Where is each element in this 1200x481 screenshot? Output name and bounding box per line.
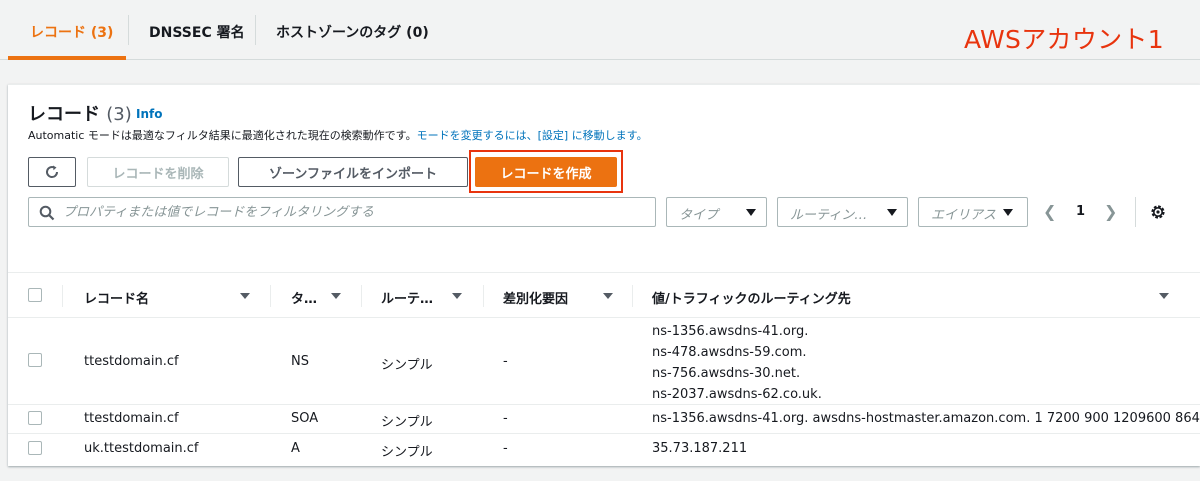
routing-filter-label: ルーティン… <box>790 208 868 223</box>
differentiator-cell: - <box>503 441 508 456</box>
column-divider <box>361 285 362 307</box>
alias-filter-select[interactable]: エイリアス <box>918 197 1028 227</box>
table-row[interactable]: ttestdomain.cf NS シンプル - ns-1356.awsdns-… <box>8 318 1200 405</box>
value-line: ns-2037.awsdns-62.co.uk. <box>652 387 822 402</box>
column-header-differentiator[interactable]: 差別化要因 <box>503 288 568 307</box>
record-type-cell: NS <box>291 354 309 369</box>
column-divider <box>270 285 271 307</box>
search-icon <box>39 205 55 221</box>
panel-title: レコード (3) <box>28 100 132 126</box>
value-cell: ns-1356.awsdns-41.org. awsdns-hostmaster… <box>652 411 1200 426</box>
import-zone-file-button[interactable]: ゾーンファイルをインポート <box>238 157 468 187</box>
sort-caret-icon[interactable] <box>452 293 462 299</box>
table-row[interactable]: ttestdomain.cf SOA シンプル - ns-1356.awsdns… <box>8 405 1200 434</box>
tab-records[interactable]: レコード (3) <box>30 22 113 42</box>
value-line: ns-478.awsdns-59.com. <box>652 345 807 360</box>
routing-cell: シンプル <box>381 358 433 373</box>
type-filter-label: タイプ <box>679 208 719 223</box>
column-header-value[interactable]: 値/トラフィックのルーティング先 <box>652 288 851 307</box>
records-panel: レコード (3) Info Automatic モードは最適なフィルタ結果に最適… <box>8 84 1200 466</box>
sort-caret-icon[interactable] <box>331 293 341 299</box>
refresh-icon <box>46 165 59 178</box>
panel-title-text: レコード <box>28 104 100 125</box>
tab-divider <box>255 15 256 45</box>
caret-down-icon <box>746 209 756 216</box>
info-link[interactable]: Info <box>136 107 162 121</box>
record-name-cell: ttestdomain.cf <box>84 411 179 426</box>
record-type-cell: A <box>291 441 300 456</box>
refresh-button[interactable] <box>28 157 76 187</box>
column-header-routing[interactable]: ルーテ… <box>381 288 433 307</box>
delete-record-button[interactable]: レコードを削除 <box>87 157 229 187</box>
record-name-cell: uk.ttestdomain.cf <box>84 441 199 456</box>
value-cell: 35.73.187.211 <box>652 441 748 456</box>
record-count: (3) <box>106 104 132 125</box>
column-header-record-name[interactable]: レコード名 <box>84 288 149 307</box>
column-divider <box>62 285 63 307</box>
sort-caret-icon[interactable] <box>1159 293 1169 299</box>
search-input[interactable] <box>63 198 643 226</box>
tab-hosted-zone-tags[interactable]: ホストゾーンのタグ (0) <box>276 22 429 42</box>
alias-filter-label: エイリアス <box>931 208 997 223</box>
prev-page-icon[interactable]: ❮ <box>1043 202 1056 221</box>
sort-caret-icon[interactable] <box>603 293 613 299</box>
column-header-type[interactable]: タ… <box>291 288 317 307</box>
differentiator-cell: - <box>503 411 508 426</box>
select-all-checkbox[interactable] <box>28 288 42 302</box>
column-divider <box>632 285 633 307</box>
value-line: ns-1356.awsdns-41.org. <box>652 324 809 339</box>
row-checkbox[interactable] <box>28 441 42 455</box>
row-checkbox[interactable] <box>28 411 42 425</box>
differentiator-cell: - <box>503 354 508 369</box>
routing-filter-select[interactable]: ルーティン… <box>777 197 908 227</box>
description-text: Automatic モードは最適なフィルタ結果に最適化された現在の検索動作です。 <box>28 129 417 142</box>
column-divider <box>483 285 484 307</box>
active-tab-indicator <box>8 56 126 60</box>
caret-down-icon <box>887 209 897 216</box>
table-row[interactable]: uk.ttestdomain.cf A シンプル - 35.73.187.211 <box>8 434 1200 465</box>
record-type-cell: SOA <box>291 411 319 426</box>
type-filter-select[interactable]: タイプ <box>666 197 767 227</box>
routing-cell: シンプル <box>381 415 433 430</box>
search-mode-description: Automatic モードは最適なフィルタ結果に最適化された現在の検索動作です。… <box>28 127 648 143</box>
tab-divider <box>128 15 129 45</box>
settings-link[interactable]: モードを変更するには、[設定] に移動します。 <box>417 129 648 142</box>
value-line: ns-756.awsdns-30.net. <box>652 366 801 381</box>
table-header: レコード名 タ… ルーテ… 差別化要因 値/トラフィックのルーティング先 <box>8 272 1200 318</box>
gear-icon[interactable] <box>1149 203 1167 221</box>
caret-down-icon <box>1003 209 1013 216</box>
sort-caret-icon[interactable] <box>240 293 250 299</box>
next-page-icon[interactable]: ❯ <box>1104 202 1117 221</box>
search-box <box>28 197 656 227</box>
current-page[interactable]: 1 <box>1076 204 1085 219</box>
tab-dnssec[interactable]: DNSSEC 署名 <box>149 22 245 42</box>
value-cell: ns-1356.awsdns-41.org. ns-478.awsdns-59.… <box>652 321 822 405</box>
create-record-button[interactable]: レコードを作成 <box>475 157 617 187</box>
row-checkbox[interactable] <box>28 353 42 367</box>
record-name-cell: ttestdomain.cf <box>84 354 179 369</box>
account-annotation: AWSアカウント1 <box>964 25 1164 54</box>
routing-cell: シンプル <box>381 445 433 460</box>
pager-divider <box>1135 197 1136 227</box>
